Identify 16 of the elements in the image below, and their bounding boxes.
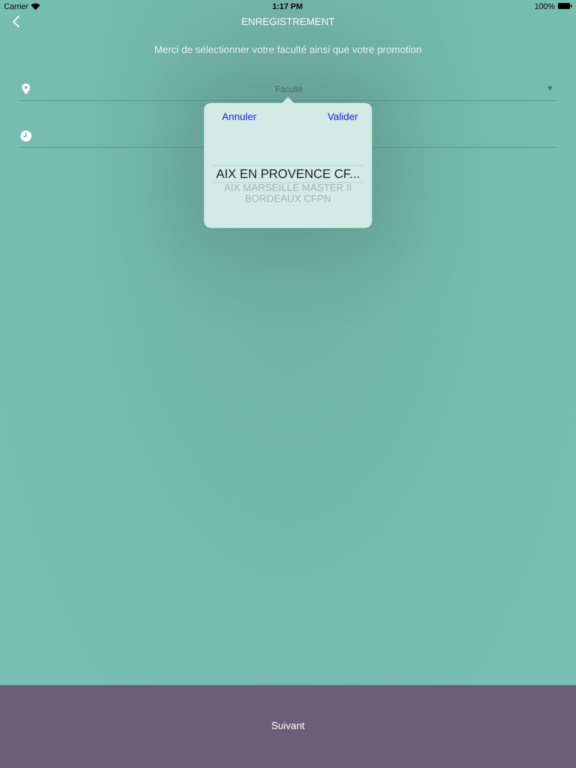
confirm-button[interactable]: Valider: [328, 112, 358, 123]
clock-time: 1:17 PM: [272, 2, 303, 10]
instruction-text: Merci de sélectionner votre faculté ainsi que votre promotion: [153, 45, 423, 58]
carrier-label: Carrier: [4, 2, 28, 10]
picker-option[interactable]: AIX EN PROVENCE CF...: [212, 165, 364, 183]
location-pin-icon: [20, 82, 32, 94]
clock-icon: [20, 130, 32, 142]
back-button[interactable]: [12, 15, 20, 28]
next-button[interactable]: Suivant: [0, 685, 576, 768]
wifi-icon: [31, 2, 40, 10]
screen-title: ENREGISTREMENT: [241, 16, 335, 28]
cancel-button[interactable]: Annuler: [222, 112, 256, 123]
battery-icon: [558, 3, 572, 9]
battery-level: 100%: [534, 2, 555, 10]
field-placeholder: Faculté: [274, 84, 304, 94]
dropdown-icon: ▼: [546, 84, 556, 93]
